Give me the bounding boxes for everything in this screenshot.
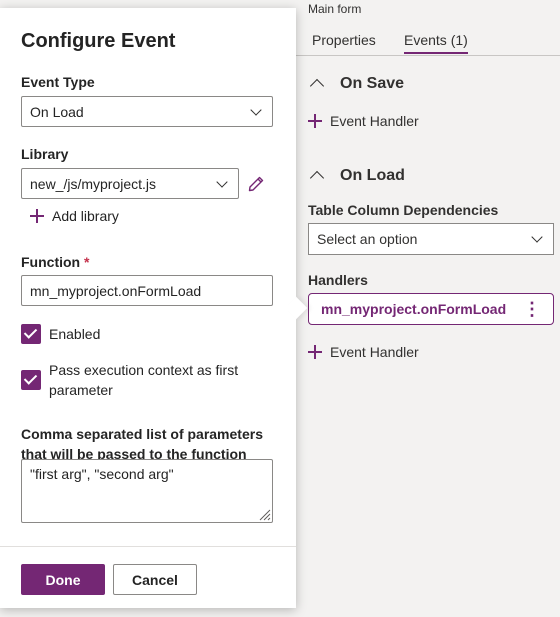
on-save-add-event-handler[interactable]: Event Handler bbox=[308, 113, 419, 129]
event-type-label: Event Type bbox=[21, 74, 95, 90]
dependencies-select[interactable]: Select an option bbox=[308, 223, 554, 255]
edit-library-icon[interactable] bbox=[246, 174, 266, 194]
add-icon bbox=[308, 345, 322, 359]
more-options-icon[interactable]: ⋮ bbox=[523, 300, 541, 318]
form-properties-panel: Main form Properties Events (1) On Save … bbox=[296, 0, 560, 617]
tab-properties[interactable]: Properties bbox=[312, 32, 376, 48]
add-event-handler-label: Event Handler bbox=[330, 344, 419, 360]
function-label-text: Function bbox=[21, 254, 81, 270]
add-event-handler-label: Event Handler bbox=[330, 113, 419, 129]
library-label: Library bbox=[21, 146, 69, 162]
checkbox-checked-icon bbox=[21, 370, 41, 390]
event-type-select[interactable]: On Load bbox=[21, 96, 273, 127]
library-select[interactable]: new_/js/myproject.js bbox=[21, 168, 239, 199]
chevron-down-icon bbox=[531, 231, 543, 243]
required-marker: * bbox=[84, 254, 90, 270]
add-library-label: Add library bbox=[52, 208, 119, 224]
add-library-button[interactable]: Add library bbox=[30, 208, 119, 224]
cancel-button[interactable]: Cancel bbox=[113, 564, 197, 595]
event-type-value: On Load bbox=[30, 103, 84, 120]
add-icon bbox=[30, 209, 44, 223]
dependencies-placeholder: Select an option bbox=[317, 231, 418, 247]
configure-event-dialog: Configure Event Event Type On Load Libra… bbox=[0, 8, 296, 608]
on-load-add-event-handler[interactable]: Event Handler bbox=[308, 344, 419, 360]
function-label: Function * bbox=[21, 254, 89, 270]
parameters-label: Comma separated list of parameters that … bbox=[21, 426, 263, 462]
breadcrumb: Main form bbox=[308, 2, 362, 16]
enabled-label: Enabled bbox=[49, 326, 101, 342]
chevron-down-icon bbox=[250, 103, 262, 116]
pass-context-label: Pass execution context as first paramete… bbox=[49, 362, 239, 398]
on-load-section-header[interactable]: On Load bbox=[308, 167, 405, 186]
pass-context-checkbox[interactable]: Pass execution context as first paramete… bbox=[21, 360, 249, 400]
resize-grip-icon[interactable] bbox=[257, 507, 271, 521]
dialog-title: Configure Event bbox=[21, 30, 176, 52]
on-save-section-header[interactable]: On Save bbox=[308, 75, 405, 94]
on-load-title: On Load bbox=[340, 167, 405, 184]
handler-item[interactable]: mn_myproject.onFormLoad ⋮ bbox=[308, 293, 554, 325]
chevron-up-icon bbox=[309, 170, 325, 186]
handlers-label: Handlers bbox=[308, 272, 368, 288]
chevron-up-icon bbox=[309, 78, 325, 94]
tab-events[interactable]: Events (1) bbox=[404, 32, 468, 54]
chevron-down-icon bbox=[216, 175, 228, 188]
on-save-title: On Save bbox=[340, 75, 405, 92]
checkbox-checked-icon bbox=[21, 324, 41, 344]
footer-divider bbox=[0, 546, 296, 547]
parameters-textarea[interactable]: "first arg", "second arg" bbox=[21, 459, 273, 523]
function-input[interactable] bbox=[21, 275, 273, 306]
done-button[interactable]: Done bbox=[21, 564, 105, 595]
enabled-checkbox[interactable]: Enabled bbox=[21, 324, 249, 344]
panel-tabs: Properties Events (1) bbox=[296, 32, 560, 56]
dependencies-label: Table Column Dependencies bbox=[308, 202, 499, 218]
library-value: new_/js/myproject.js bbox=[30, 175, 157, 192]
handler-name: mn_myproject.onFormLoad bbox=[321, 301, 507, 317]
add-icon bbox=[308, 114, 322, 128]
